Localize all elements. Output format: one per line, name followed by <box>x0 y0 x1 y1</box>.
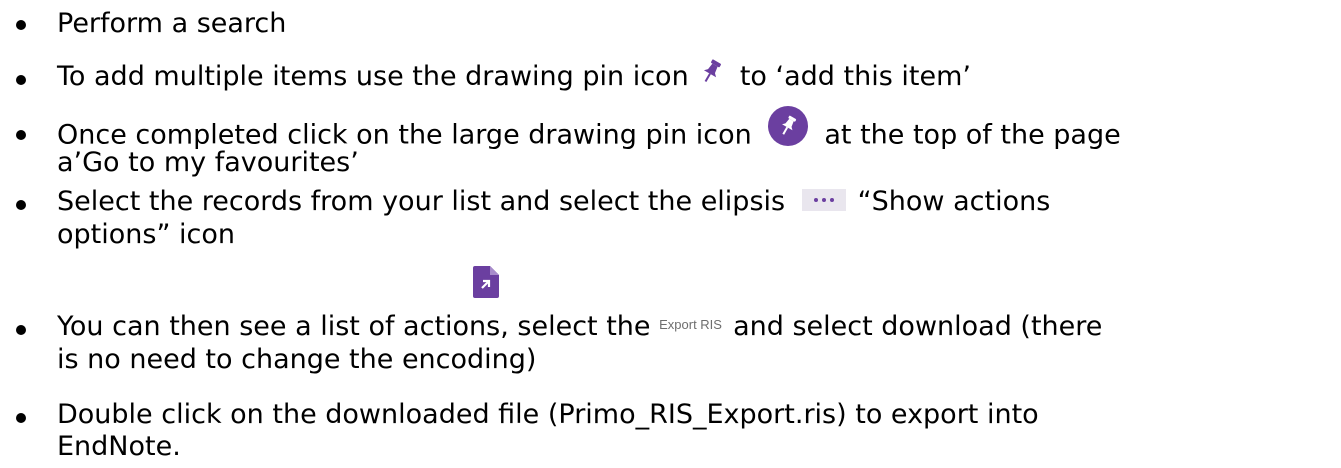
step-text-after: and select download (there <box>733 311 1103 342</box>
export-ris-icon-label: Export RIS <box>659 317 722 332</box>
step-text-before: Select the records from your list and se… <box>57 186 794 217</box>
step-text-after: “Show actions <box>857 186 1051 217</box>
bullet-icon <box>16 325 26 335</box>
pin-circle-icon <box>768 106 809 146</box>
step-text-before: To add multiple items use the drawing pi… <box>57 61 698 92</box>
step-text-after: to ‘add this item’ <box>731 61 971 92</box>
bullet-icon <box>16 20 26 30</box>
file-export-icon <box>473 266 499 298</box>
step-text-before: Once completed click on the large drawin… <box>57 119 761 151</box>
step-text-line2: a’Go to my favourites’ <box>57 147 359 178</box>
step-text: Select the records from your list and se… <box>57 186 1337 217</box>
step-text-line2: EndNote. <box>57 431 181 462</box>
bullet-icon <box>16 75 26 85</box>
pin-icon <box>699 57 723 87</box>
step-text-before: You can then see a list of actions, sele… <box>57 311 660 342</box>
step-text: Perform a search <box>57 8 287 39</box>
ellipsis-icon <box>801 188 846 211</box>
step-text: You can then see a list of actions, sele… <box>57 311 1337 343</box>
step-text-line2: options” icon <box>57 219 235 250</box>
bullet-icon <box>16 130 26 140</box>
step-text: To add multiple items use the drawing pi… <box>57 58 1337 93</box>
step-text-after: at the top of the page <box>824 119 1121 151</box>
bullet-icon <box>16 413 26 423</box>
bullet-icon <box>16 200 26 210</box>
step-text-line2: is no need to change the encoding) <box>57 344 537 375</box>
step-text: Double click on the downloaded file (Pri… <box>57 399 1039 430</box>
